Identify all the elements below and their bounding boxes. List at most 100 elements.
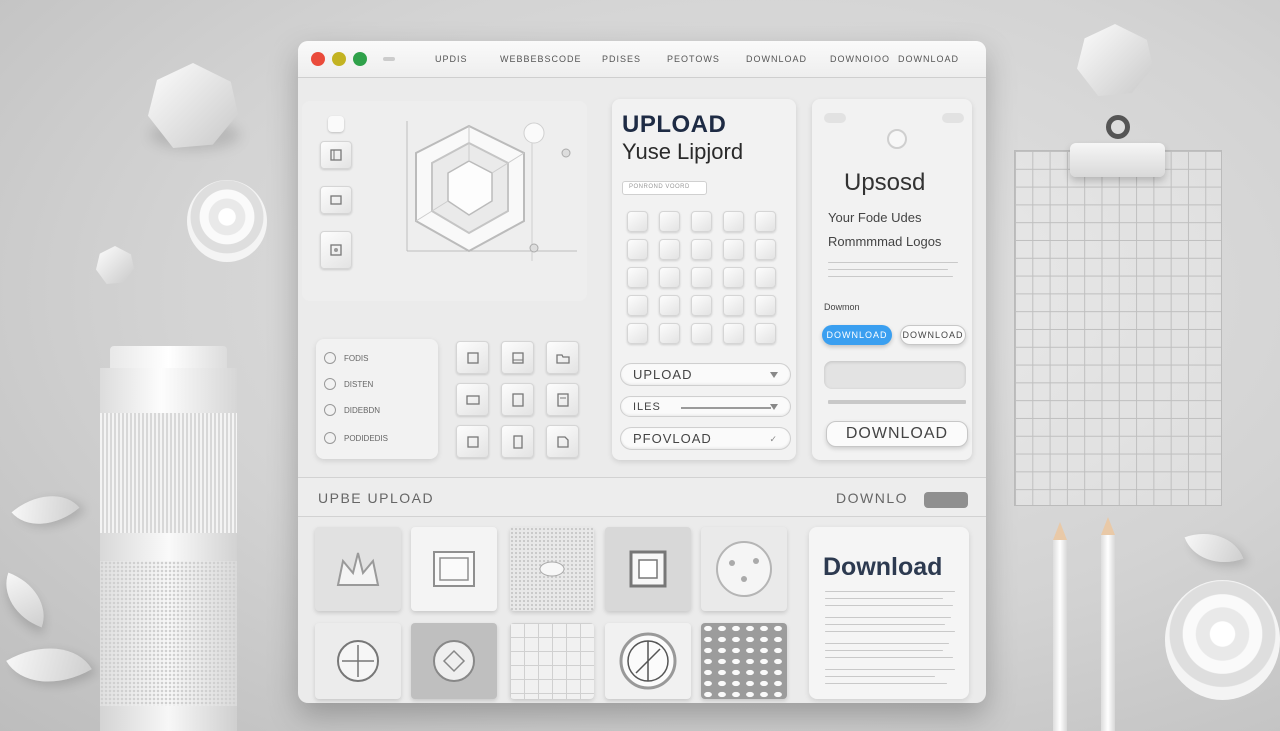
text-line (825, 676, 935, 677)
input-bar[interactable] (824, 361, 966, 389)
key-button[interactable] (691, 239, 712, 260)
lower-bar-upload-label[interactable]: UPBE UPLOAD (318, 490, 434, 506)
leaf (0, 572, 56, 628)
icon-tile[interactable] (546, 383, 579, 416)
image-card[interactable] (701, 623, 787, 699)
lower-bar: UPBE UPLOAD DOWNLO (298, 477, 986, 517)
key-button[interactable] (627, 267, 648, 288)
icon-tile[interactable] (546, 341, 579, 374)
image-card[interactable] (605, 527, 691, 611)
circle-icon (324, 404, 336, 416)
image-icon (511, 351, 524, 364)
geometric-stone-small (96, 246, 134, 284)
key-button[interactable] (691, 323, 712, 344)
key-button[interactable] (627, 211, 648, 232)
files-select[interactable]: ILES (620, 396, 791, 417)
menu-item[interactable]: DOWNLOAD (898, 54, 959, 64)
circle-icon (324, 432, 336, 444)
upload-heading: UPLOAD (622, 111, 727, 138)
key-button[interactable] (755, 211, 776, 232)
toggle-control[interactable] (924, 492, 968, 508)
key-button[interactable] (627, 323, 648, 344)
download-secondary-button[interactable]: DOWNLOAD (900, 325, 966, 345)
upload-select[interactable]: UPLOAD (620, 363, 791, 386)
minimize-button[interactable] (332, 52, 346, 66)
window-dot (824, 113, 846, 123)
key-button[interactable] (627, 295, 648, 316)
text-line (825, 657, 953, 658)
image-card[interactable] (315, 527, 401, 611)
menu-item[interactable]: UPDIS (435, 54, 468, 64)
close-button[interactable] (311, 52, 325, 66)
key-button[interactable] (659, 295, 680, 316)
key-button[interactable] (659, 211, 680, 232)
nav-indicator (383, 57, 395, 61)
icon-tile[interactable] (501, 425, 534, 458)
sidebar-tool[interactable] (328, 116, 344, 132)
lower-bar-download-label[interactable]: DOWNLO (836, 490, 908, 506)
sidebar-tool[interactable] (320, 141, 352, 169)
download-primary-button[interactable]: DOWNLOAD (822, 325, 892, 345)
download-big-button[interactable]: DOWNLOAD (826, 421, 968, 447)
icon-tile[interactable] (546, 425, 579, 458)
menu-item[interactable]: PDISES (602, 54, 641, 64)
key-button[interactable] (723, 239, 744, 260)
sidebar-tool[interactable] (320, 186, 352, 214)
key-button[interactable] (691, 267, 712, 288)
key-button[interactable] (723, 295, 744, 316)
pfovload-select[interactable]: PFOVLOAD ✓ (620, 427, 791, 450)
menu-item[interactable]: DOWNLOAD (746, 54, 807, 64)
menu-item[interactable]: PEOTOWS (667, 54, 720, 64)
download-line1: Your Fode Udes (828, 210, 922, 225)
key-button[interactable] (723, 323, 744, 344)
leaf (6, 625, 92, 705)
key-button[interactable] (627, 239, 648, 260)
text-line (828, 276, 953, 277)
icon-tile[interactable] (456, 425, 489, 458)
key-button[interactable] (659, 239, 680, 260)
maximize-button[interactable] (353, 52, 367, 66)
key-button[interactable] (723, 267, 744, 288)
key-button[interactable] (723, 211, 744, 232)
text-line (825, 617, 951, 618)
key-button[interactable] (755, 267, 776, 288)
image-card[interactable] (701, 527, 787, 611)
sidebar-icon (330, 149, 342, 161)
image-card[interactable] (605, 623, 691, 699)
menu-item[interactable]: WEBBEBSCODE (500, 54, 582, 64)
key-button[interactable] (659, 323, 680, 344)
icon-grid (456, 341, 581, 461)
icon-tile[interactable] (501, 341, 534, 374)
icon-tile[interactable] (456, 383, 489, 416)
key-button[interactable] (659, 267, 680, 288)
key-button[interactable] (755, 323, 776, 344)
image-card[interactable] (411, 623, 497, 699)
icon-tile[interactable] (501, 383, 534, 416)
pfovload-select-label: PFOVLOAD (633, 431, 712, 446)
list-item[interactable]: PODIDEDIS (316, 425, 438, 451)
icon-tile[interactable] (456, 341, 489, 374)
chevron-down-icon (770, 371, 778, 378)
sidebar-tool[interactable] (320, 231, 352, 269)
folder-icon (555, 353, 570, 364)
menu-item[interactable]: DOWNOIOO (830, 54, 890, 64)
key-button[interactable] (755, 239, 776, 260)
dial-icon (716, 541, 772, 597)
crown-icon (336, 552, 380, 586)
image-card[interactable] (315, 623, 401, 699)
list-item[interactable]: DIDEBDN (316, 397, 438, 423)
download-document: Download (809, 527, 969, 699)
pencil (1053, 522, 1067, 731)
key-button[interactable] (755, 295, 776, 316)
divider (828, 400, 966, 404)
list-item[interactable]: DISTEN (316, 371, 438, 397)
key-button[interactable] (691, 295, 712, 316)
key-button[interactable] (691, 211, 712, 232)
image-card[interactable] (411, 527, 497, 611)
upload-field[interactable]: PONROND VOORD (622, 181, 707, 195)
image-card[interactable] (510, 527, 594, 611)
app-window: UPDIS WEBBEBSCODE PDISES PEOTOWS DOWNLOA… (298, 41, 986, 703)
list-item[interactable]: FODIS (316, 345, 438, 371)
circle-icon (324, 378, 336, 390)
image-card[interactable] (510, 623, 594, 699)
